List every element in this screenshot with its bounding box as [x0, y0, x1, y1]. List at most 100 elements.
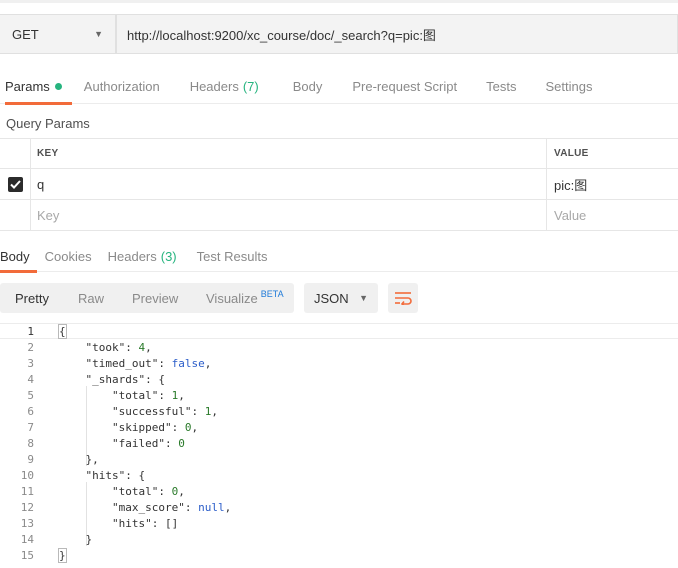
tab-body-label: Body: [292, 78, 323, 94]
tab-response-body[interactable]: Body: [0, 240, 37, 273]
param-key-input[interactable]: q: [31, 169, 547, 199]
code-text: "hits": {: [85, 468, 146, 482]
column-value-header: VALUE: [554, 148, 589, 159]
view-preview-button[interactable]: Preview: [132, 291, 178, 306]
beta-badge: BETA: [260, 289, 284, 299]
tab-pre-request-label: Pre-request Script: [352, 78, 458, 94]
code-line: 10 "hits": {: [0, 467, 678, 483]
tab-cookies-label: Cookies: [44, 248, 92, 264]
wrap-lines-icon: [395, 292, 412, 305]
request-bar: GET ▼ http://localhost:9200/xc_course/do…: [0, 14, 678, 54]
top-divider: [0, 0, 678, 3]
view-pretty-button[interactable]: Pretty: [15, 291, 49, 306]
tab-settings[interactable]: Settings: [545, 68, 592, 104]
line-number: 5: [27, 388, 34, 402]
tab-response-body-label: Body: [0, 248, 30, 264]
code-line: 6 "successful": 1,: [0, 403, 678, 419]
headers-count: (7): [242, 78, 259, 94]
line-number: 7: [27, 420, 34, 434]
code-line: 15}: [0, 547, 678, 563]
code-text: }: [58, 547, 67, 563]
param-checkbox[interactable]: [7, 176, 23, 192]
code-line: 13 "hits": []: [0, 515, 678, 531]
line-number: 13: [20, 516, 34, 530]
code-line: 3 "timed_out": false,: [0, 355, 678, 371]
query-params-table: KEY VALUE q pic:图 Key Value: [0, 138, 678, 231]
active-dot-icon: [54, 82, 62, 90]
line-number: 12: [20, 500, 34, 514]
tab-response-headers[interactable]: Headers (3): [108, 240, 177, 272]
check-icon: [9, 179, 21, 189]
response-headers-count: (3): [160, 248, 177, 264]
tab-test-results[interactable]: Test Results: [197, 240, 268, 272]
code-line: 11 "total": 0,: [0, 483, 678, 499]
code-text: "_shards": {: [85, 372, 165, 386]
query-params-title: Query Params: [6, 116, 90, 131]
format-label: JSON: [314, 290, 349, 306]
line-number: 9: [27, 452, 34, 466]
code-line: 4 "_shards": {: [0, 371, 678, 387]
tab-headers-label: Headers: [189, 78, 239, 94]
chevron-down-icon: ▼: [94, 29, 103, 39]
new-value-input[interactable]: Value: [547, 200, 678, 230]
code-text: "max_score": null,: [111, 500, 232, 514]
code-line: 8 "failed": 0: [0, 435, 678, 451]
code-line: 2 "took": 4,: [0, 339, 678, 355]
format-select[interactable]: JSON ▼: [304, 283, 378, 313]
line-number: 11: [20, 484, 34, 498]
tab-test-results-label: Test Results: [196, 248, 268, 264]
param-value-input[interactable]: pic:图: [547, 169, 678, 199]
wrap-lines-button[interactable]: [388, 283, 418, 313]
code-text: "took": 4,: [85, 340, 152, 354]
line-number: 8: [27, 436, 34, 450]
tab-headers[interactable]: Headers (7): [190, 68, 259, 104]
code-line: 12 "max_score": null,: [0, 499, 678, 515]
view-mode-group: Pretty Raw Preview Visualize BETA: [0, 283, 294, 313]
tab-pre-request-script[interactable]: Pre-request Script: [352, 68, 457, 104]
tab-authorization[interactable]: Authorization: [84, 68, 160, 104]
tab-cookies[interactable]: Cookies: [45, 240, 92, 272]
new-row-check-cell: [0, 200, 31, 230]
view-visualize-button[interactable]: Visualize BETA: [206, 289, 284, 306]
header-check-cell: [0, 139, 31, 168]
line-number: 6: [27, 404, 34, 418]
code-line: 7 "skipped": 0,: [0, 419, 678, 435]
code-text: "total": 1,: [111, 388, 185, 402]
response-body-editor[interactable]: 1{2 "took": 4, 3 "timed_out": false, 4 "_s…: [0, 322, 678, 568]
tab-tests-label: Tests: [486, 78, 517, 94]
code-line: 9 },: [0, 451, 678, 467]
response-toolbar: Pretty Raw Preview Visualize BETA JSON ▼: [0, 283, 678, 313]
code-text: }: [59, 532, 93, 546]
line-number: 1: [27, 324, 34, 338]
line-number: 14: [20, 532, 34, 546]
line-number: 2: [27, 340, 34, 354]
code-text: "failed": 0: [111, 436, 185, 450]
column-key-header: KEY: [31, 139, 547, 168]
table-row-new: Key Value: [0, 200, 678, 231]
tab-body[interactable]: Body: [293, 68, 323, 104]
code-text: "timed_out": false,: [85, 356, 212, 370]
code-text: {: [58, 323, 67, 339]
tab-authorization-label: Authorization: [83, 78, 160, 94]
new-key-input[interactable]: Key: [31, 200, 547, 230]
line-number: 3: [27, 356, 34, 370]
response-tabs: Body Cookies Headers (3) Test Results: [0, 240, 678, 273]
method-select[interactable]: GET ▼: [0, 14, 116, 54]
tab-tests[interactable]: Tests: [486, 68, 516, 104]
line-number: 15: [20, 548, 34, 562]
code-line: 5 "total": 1,: [0, 387, 678, 403]
code-text: "hits": []: [111, 516, 179, 530]
code-text: "skipped": 0,: [111, 420, 199, 434]
tab-settings-label: Settings: [545, 78, 593, 94]
request-tabs: Params Authorization Headers (7) Body Pre…: [0, 68, 678, 105]
code-text: },: [59, 452, 99, 466]
tab-params-label: Params: [5, 78, 50, 94]
tab-response-headers-label: Headers: [107, 248, 157, 264]
view-raw-button[interactable]: Raw: [78, 291, 104, 306]
row-check-cell: [0, 169, 31, 199]
method-label: GET: [12, 26, 39, 42]
code-text: "successful": 1,: [111, 404, 218, 418]
tab-params[interactable]: Params: [5, 68, 72, 105]
table-row: q pic:图: [0, 169, 678, 200]
url-input[interactable]: http://localhost:9200/xc_course/doc/_sea…: [116, 14, 678, 54]
